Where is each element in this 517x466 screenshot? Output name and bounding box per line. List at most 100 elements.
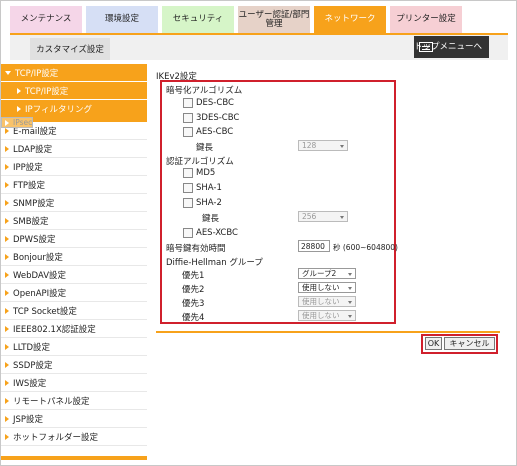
chevron-down-icon	[348, 273, 352, 276]
top-menu-button[interactable]: トップメニューへ	[414, 36, 489, 58]
aes-cbc-checkbox[interactable]	[183, 127, 193, 137]
tab-printer[interactable]: プリンター設定	[390, 6, 463, 33]
priority4-select[interactable]: 使用しない	[298, 310, 356, 321]
sha1-checkbox[interactable]	[183, 183, 193, 193]
tab-security[interactable]: セキュリティ	[162, 6, 235, 33]
tab-customize[interactable]: カスタマイズ設定	[30, 38, 110, 60]
sidebar-item[interactable]: IWS設定	[1, 374, 147, 392]
sidebar-item-label: FTP設定	[13, 180, 46, 191]
aes-cbc-label: AES-CBC	[196, 127, 234, 137]
sidebar-header-tcpip[interactable]: TCP/IP設定	[1, 64, 147, 81]
priority2-select[interactable]: 使用しない	[298, 282, 356, 293]
sidebar-item-label: OpenAPI設定	[13, 288, 67, 299]
md5-checkbox[interactable]	[183, 168, 193, 178]
sidebar-sub-label: TCP/IP設定	[25, 86, 69, 97]
sha2-keylen-select[interactable]: 256	[298, 211, 348, 222]
main-tabs: メンテナンス 環境設定 セキュリティ ユーザー認証/部門管理 ネットワーク プリ…	[10, 6, 510, 33]
top-menu-label: トップメニューへ	[414, 42, 483, 52]
auth-algo-label: 認証アルゴリズム	[166, 157, 234, 167]
arrow-right-icon	[5, 325, 9, 332]
sidebar-item[interactable]: Bonjour設定	[1, 248, 147, 266]
sidebar-sub-tcpip[interactable]: TCP/IP設定	[1, 81, 147, 99]
tab-environment[interactable]: 環境設定	[86, 6, 159, 33]
sidebar-item[interactable]: IPP設定	[1, 158, 147, 176]
sidebar-item[interactable]: TCP Socket設定	[1, 302, 147, 320]
sidebar-sub-label: IPフィルタリング	[25, 104, 92, 115]
sidebar-item[interactable]: IEEE802.1X認証設定	[1, 320, 147, 338]
tab-maintenance[interactable]: メンテナンス	[10, 6, 83, 33]
des-cbc-checkbox[interactable]	[183, 98, 193, 108]
sidebar-item-label: WebDAV設定	[13, 270, 67, 281]
sidebar-item[interactable]: LLTD設定	[1, 338, 147, 356]
sidebar-item[interactable]: FTP設定	[1, 176, 147, 194]
sidebar-item-label: SMB設定	[13, 216, 49, 227]
arrow-right-icon	[5, 307, 9, 314]
sidebar-item[interactable]: リモートパネル設定	[1, 392, 147, 410]
chevron-down-icon	[340, 145, 344, 148]
priority1-select[interactable]: グループ2	[298, 268, 356, 279]
sidebar: TCP/IP設定 TCP/IP設定 IPフィルタリング IPsec E-mail…	[1, 64, 147, 446]
priority3-label: 優先3	[182, 299, 205, 309]
sidebar-item-label: TCP Socket設定	[13, 306, 77, 317]
sidebar-item[interactable]: SMB設定	[1, 212, 147, 230]
arrow-right-icon	[5, 145, 9, 152]
sidebar-item[interactable]: ホットフォルダー設定	[1, 428, 147, 446]
sidebar-item-label: IPP設定	[13, 162, 43, 173]
sidebar-item[interactable]: DPWS設定	[1, 230, 147, 248]
arrow-right-icon	[5, 217, 9, 224]
arrow-right-icon	[5, 181, 9, 188]
chevron-down-icon	[348, 287, 352, 290]
arrow-right-icon	[5, 127, 9, 134]
sha2-label: SHA-2	[196, 198, 222, 208]
sidebar-item[interactable]: SNMP設定	[1, 194, 147, 212]
3des-cbc-checkbox[interactable]	[183, 113, 193, 123]
arrow-right-icon	[5, 271, 9, 278]
priority3-select[interactable]: 使用しない	[298, 296, 356, 307]
lifetime-input[interactable]: 28800	[298, 240, 330, 252]
sidebar-item[interactable]: WebDAV設定	[1, 266, 147, 284]
keylen-label: 鍵長	[196, 143, 214, 153]
sidebar-sub-ipfilter[interactable]: IPフィルタリング	[1, 99, 147, 117]
sidebar-sub-ipsec[interactable]: IPsec	[1, 117, 34, 128]
cancel-button[interactable]: キャンセル	[444, 337, 495, 350]
sidebar-item[interactable]: JSP設定	[1, 410, 147, 428]
3des-cbc-label: 3DES-CBC	[196, 113, 240, 123]
arrow-right-icon	[5, 235, 9, 242]
sidebar-item-label: ホットフォルダー設定	[13, 432, 99, 443]
sidebar-item-label: IEEE802.1X認証設定	[13, 324, 96, 335]
sidebar-header-label: TCP/IP設定	[15, 68, 59, 79]
arrow-right-icon	[5, 289, 9, 296]
arrow-right-icon	[5, 361, 9, 368]
arrow-right-icon	[5, 253, 9, 260]
arrow-right-icon	[17, 105, 21, 112]
dh-group-label: Diffie-Hellman グループ	[166, 258, 263, 268]
sha1-label: SHA-1	[196, 183, 222, 193]
sidebar-item[interactable]: SSDP設定	[1, 356, 147, 374]
aes-keylen-value: 128	[302, 141, 317, 150]
keylen2-label: 鍵長	[202, 214, 220, 224]
content-divider	[156, 331, 500, 333]
enc-algo-label: 暗号化アルゴリズム	[166, 86, 243, 96]
priority4-label: 優先4	[182, 313, 205, 323]
sidebar-item[interactable]: LDAP設定	[1, 140, 147, 158]
priority2-label: 優先2	[182, 285, 205, 295]
sidebar-item-label: Bonjour設定	[13, 252, 63, 263]
priority1-value: グループ2	[302, 269, 337, 278]
arrow-right-icon	[5, 163, 9, 170]
sidebar-item-label: JSP設定	[13, 414, 44, 425]
sidebar-item-label: DPWS設定	[13, 234, 56, 245]
aes-keylen-select[interactable]: 128	[298, 140, 348, 151]
tab-user-auth[interactable]: ユーザー認証/部門管理	[238, 6, 311, 33]
aes-xcbc-checkbox[interactable]	[183, 228, 193, 238]
sidebar-item-label: SNMP設定	[13, 198, 55, 209]
sidebar-item-label: リモートパネル設定	[13, 396, 90, 407]
tab-network[interactable]: ネットワーク	[314, 6, 387, 33]
lifetime-label: 暗号鍵有効時間	[166, 244, 226, 254]
chevron-down-icon	[348, 301, 352, 304]
sidebar-item-label: LLTD設定	[13, 342, 51, 353]
des-cbc-label: DES-CBC	[196, 98, 234, 108]
priority4-value: 使用しない	[302, 311, 340, 320]
ok-button[interactable]: OK	[425, 337, 442, 350]
sidebar-item[interactable]: OpenAPI設定	[1, 284, 147, 302]
sha2-checkbox[interactable]	[183, 198, 193, 208]
